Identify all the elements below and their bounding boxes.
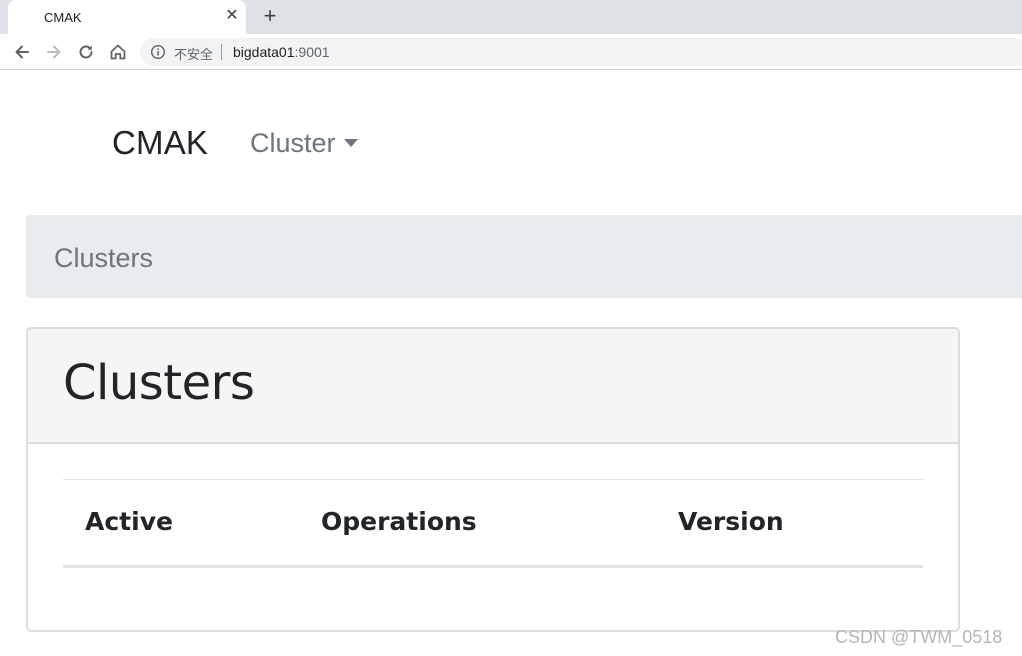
url-port: :9001 [294, 44, 330, 60]
clusters-card: Clusters Active Operations Version [26, 327, 960, 632]
breadcrumb: Clusters [26, 215, 1022, 298]
security-status-label[interactable]: 不安全 [174, 44, 213, 63]
home-icon[interactable] [107, 41, 129, 63]
breadcrumb-item-clusters: Clusters [54, 243, 154, 273]
browser-toolbar: 不安全 bigdata01:9001 [0, 34, 1022, 70]
card-header: Clusters [28, 329, 958, 444]
table-top-border [63, 479, 923, 480]
card-title: Clusters [63, 355, 255, 411]
back-icon[interactable] [11, 41, 33, 63]
omnibox-divider [221, 44, 222, 60]
tab-title: CMAK [44, 10, 82, 25]
column-header-active: Active [85, 507, 173, 536]
caret-down-icon[interactable] [344, 139, 358, 147]
column-header-operations: Operations [321, 507, 477, 536]
table-header-border [63, 565, 923, 568]
info-icon[interactable] [150, 44, 166, 60]
column-header-version: Version [678, 507, 784, 536]
cluster-dropdown-toggle[interactable]: Cluster [250, 128, 336, 159]
browser-tab[interactable]: CMAK ✕ [8, 0, 246, 34]
brand-link[interactable]: CMAK [112, 124, 208, 162]
url-text[interactable]: bigdata01:9001 [233, 44, 330, 60]
forward-icon[interactable] [43, 41, 65, 63]
reload-icon[interactable] [75, 41, 97, 63]
watermark: CSDN @TWM_0518 [835, 627, 1003, 647]
browser-tabstrip: CMAK ✕ + [0, 0, 1022, 34]
url-host: bigdata01 [233, 44, 295, 60]
close-icon[interactable]: ✕ [224, 8, 240, 24]
new-tab-icon[interactable]: + [258, 5, 282, 29]
address-bar[interactable]: 不安全 bigdata01:9001 [140, 38, 1022, 66]
